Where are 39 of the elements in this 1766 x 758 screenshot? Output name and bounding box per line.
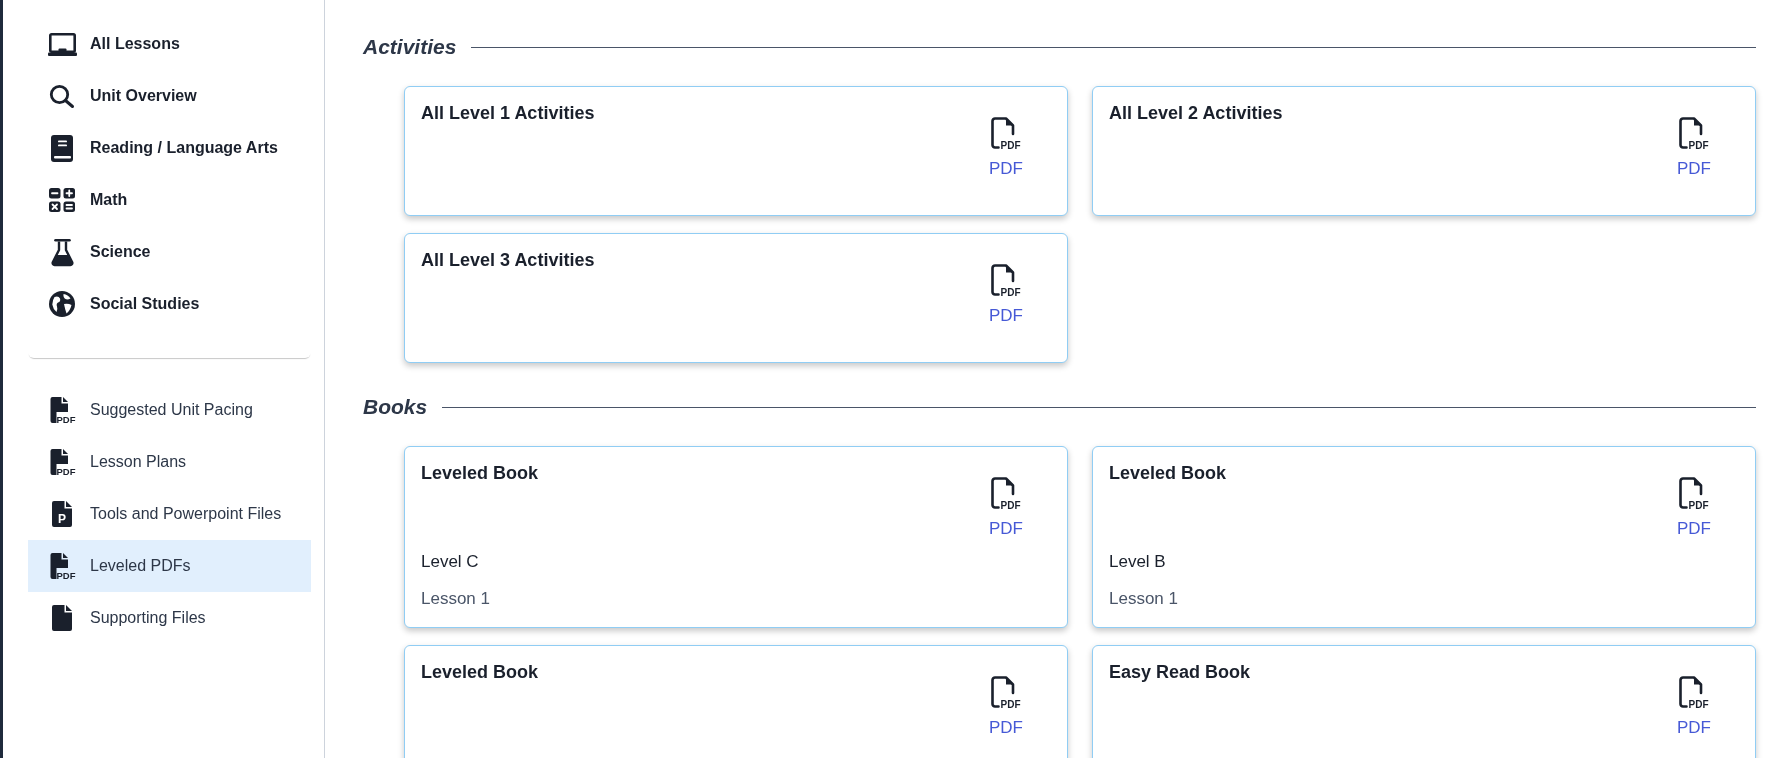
pdf-link[interactable]: PDF PDF <box>989 477 1023 540</box>
pdf-link[interactable]: PDF PDF <box>989 676 1023 739</box>
pdf-link[interactable]: PDF PDF <box>1677 477 1711 540</box>
math-symbols-icon <box>49 188 75 212</box>
search-icon <box>49 84 75 108</box>
file-p-icon: P <box>52 501 72 527</box>
sidebar-item[interactable]: PDF Lesson Plans <box>28 436 311 488</box>
lesson-text: Lesson 1 <box>1109 588 1178 610</box>
pdf-link[interactable]: PDF PDF <box>1677 117 1711 180</box>
sidebar-item[interactable]: P Tools and Powerpoint Files <box>28 488 311 540</box>
card-title: Easy Read Book <box>1109 661 1251 684</box>
card-title: All Level 1 Activities <box>421 102 595 125</box>
sidebar-item[interactable]: Math <box>28 174 311 226</box>
card-title: All Level 3 Activities <box>421 249 595 272</box>
level-text: Level C <box>421 551 479 573</box>
pdf-link[interactable]: PDF PDF <box>989 264 1023 327</box>
sidebar-item[interactable]: PDF Suggested Unit Pacing <box>28 384 311 436</box>
sidebar-item[interactable]: Science <box>28 226 311 278</box>
card-title: All Level 2 Activities <box>1109 102 1283 125</box>
level-text: Level B <box>1109 551 1166 573</box>
lesson-text: Lesson 1 <box>421 588 490 610</box>
card-title: Leveled Book <box>1109 462 1227 485</box>
section-heading: Books <box>363 394 428 420</box>
globe-icon <box>49 291 75 317</box>
flask-icon <box>50 238 74 266</box>
book-icon <box>50 134 74 162</box>
sidebar-item[interactable]: Unit Overview <box>28 70 311 122</box>
card-title: Leveled Book <box>421 661 539 684</box>
section-heading: Activities <box>363 34 457 60</box>
pdf-link[interactable]: PDF PDF <box>1677 676 1711 739</box>
sidebar-item[interactable]: All Lessons <box>28 18 311 70</box>
sidebar-item[interactable]: Reading / Language Arts <box>28 122 311 174</box>
card-title: Leveled Book <box>421 462 539 485</box>
file-icon <box>52 605 72 631</box>
screen-icon <box>47 32 77 56</box>
pdf-link[interactable]: PDF PDF <box>989 117 1023 180</box>
sidebar-item[interactable]: PDF Leveled PDFs <box>28 540 311 592</box>
sidebar-item[interactable]: Social Studies <box>28 278 311 330</box>
sidebar-item[interactable]: Supporting Files <box>28 592 311 644</box>
